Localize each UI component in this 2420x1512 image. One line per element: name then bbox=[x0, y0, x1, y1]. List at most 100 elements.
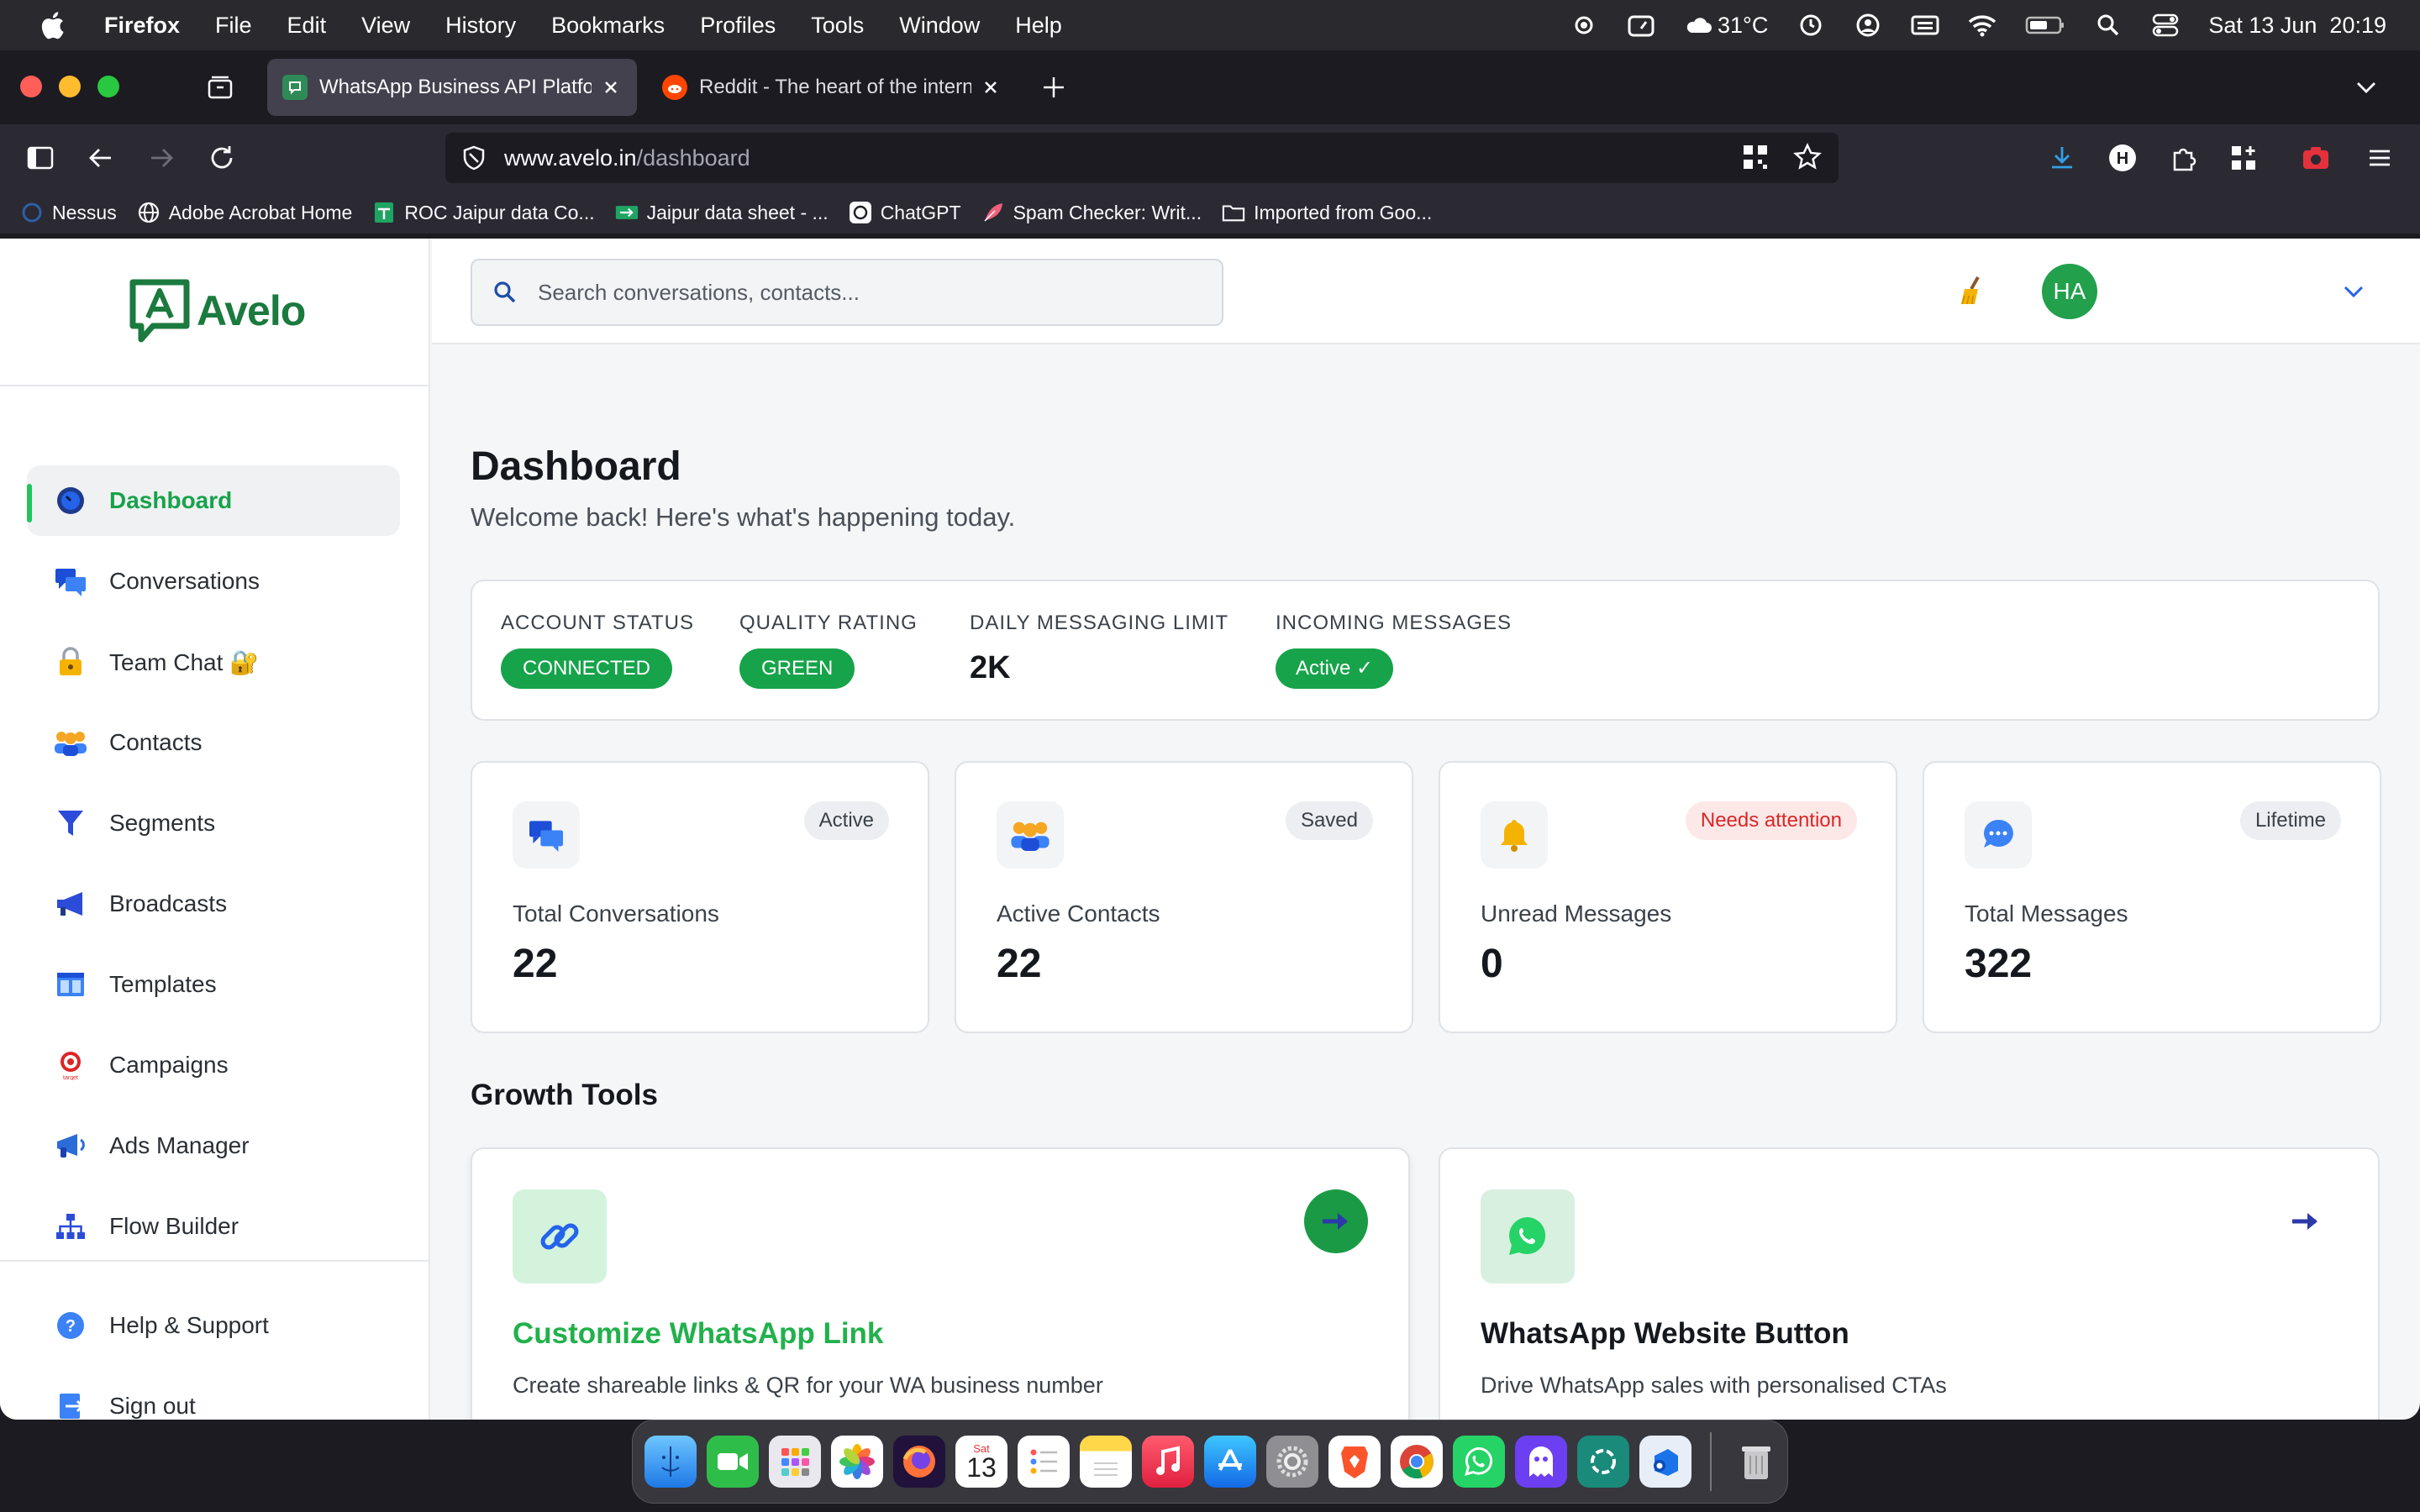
tool-card-customize-link[interactable]: Customize WhatsApp Link Create shareable… bbox=[471, 1147, 1410, 1420]
menu-view[interactable]: View bbox=[361, 13, 410, 39]
qr-code-icon[interactable] bbox=[1741, 143, 1770, 177]
chrome-icon[interactable] bbox=[1391, 1436, 1443, 1488]
wifi-icon[interactable] bbox=[1968, 11, 1996, 39]
download-icon[interactable] bbox=[2047, 143, 2077, 173]
hamburger-menu-icon[interactable] bbox=[2365, 143, 2395, 173]
menu-bookmarks[interactable]: Bookmarks bbox=[551, 13, 665, 39]
firefox-icon[interactable] bbox=[893, 1436, 945, 1488]
sidebar-item-contacts[interactable]: Contacts bbox=[27, 707, 400, 778]
brave-icon[interactable] bbox=[1328, 1436, 1381, 1488]
finder-icon[interactable] bbox=[644, 1436, 697, 1488]
close-window-button[interactable] bbox=[20, 76, 42, 97]
extensions-puzzle-icon[interactable] bbox=[2168, 143, 2198, 173]
tab-overview-icon[interactable] bbox=[205, 72, 235, 102]
whatsapp-dock-icon[interactable] bbox=[1453, 1436, 1505, 1488]
minimize-window-button[interactable] bbox=[59, 76, 81, 97]
menu-app-name[interactable]: Firefox bbox=[104, 13, 180, 39]
photos-icon[interactable] bbox=[831, 1436, 883, 1488]
sidebar-toggle-icon[interactable] bbox=[25, 143, 55, 173]
tool-card-website-button[interactable]: WhatsApp Website Button Drive WhatsApp s… bbox=[1439, 1147, 2380, 1420]
new-tab-plus-icon[interactable] bbox=[1039, 72, 1069, 102]
focus-icon[interactable] bbox=[1570, 11, 1598, 39]
menu-tools[interactable]: Tools bbox=[811, 13, 864, 39]
bookmark-roc-jaipur[interactable]: ROC Jaipur data Co... bbox=[372, 201, 595, 224]
notes-icon[interactable] bbox=[1080, 1436, 1132, 1488]
system-settings-icon[interactable] bbox=[1266, 1436, 1318, 1488]
reload-icon[interactable] bbox=[207, 143, 237, 173]
sidebar-item-broadcasts[interactable]: Broadcasts bbox=[27, 869, 400, 939]
apple-icon[interactable] bbox=[34, 7, 71, 44]
weather-widget[interactable]: 31°C bbox=[1684, 11, 1768, 39]
bookmark-spam-checker[interactable]: Spam Checker: Writ... bbox=[981, 201, 1202, 224]
search-input[interactable] bbox=[538, 279, 1193, 306]
sidebar-item-segments[interactable]: Segments bbox=[27, 788, 400, 858]
calendar-icon[interactable]: Sat 13 bbox=[955, 1436, 1007, 1488]
daily-limit-value: 2K bbox=[970, 650, 1011, 685]
close-tab-icon[interactable] bbox=[600, 76, 622, 98]
ghost-app-icon[interactable] bbox=[1515, 1436, 1567, 1488]
menu-help[interactable]: Help bbox=[1015, 13, 1062, 39]
tab-reddit[interactable]: Reddit - The heart of the internet bbox=[647, 59, 1017, 116]
facetime-icon[interactable] bbox=[707, 1436, 759, 1488]
launchpad-icon[interactable] bbox=[769, 1436, 821, 1488]
menubar-datetime[interactable]: Sat 13 Jun 20:19 bbox=[2208, 13, 2386, 39]
apps-grid-icon[interactable] bbox=[2228, 143, 2259, 173]
bookmark-adobe[interactable]: Adobe Acrobat Home bbox=[137, 201, 352, 224]
sidebar-item-dashboard[interactable]: Dashboard bbox=[27, 465, 400, 536]
chevron-down-icon[interactable] bbox=[2353, 74, 2380, 101]
sidebar-item-conversations[interactable]: Conversations bbox=[27, 546, 400, 617]
bookmark-chatgpt[interactable]: ChatGPT bbox=[849, 201, 961, 224]
sidebar-item-team-chat[interactable]: Team Chat 🔐 bbox=[27, 627, 400, 697]
stat-card-total-messages[interactable]: Lifetime Total Messages 322 bbox=[1923, 761, 2381, 1033]
clock-icon[interactable] bbox=[1797, 11, 1825, 39]
stat-card-total-conversations[interactable]: Active Total Conversations 22 bbox=[471, 761, 929, 1033]
outlook-icon[interactable] bbox=[1639, 1436, 1691, 1488]
sidebar-item-sign-out[interactable]: Sign out bbox=[27, 1371, 400, 1420]
control-center-icon[interactable] bbox=[2151, 11, 2180, 39]
tracking-protection-icon[interactable] bbox=[460, 144, 487, 171]
sidebar-item-campaigns[interactable]: target Campaigns bbox=[27, 1030, 400, 1100]
user-circle-icon[interactable] bbox=[1854, 11, 1882, 39]
search-box[interactable] bbox=[471, 259, 1223, 326]
app-store-icon[interactable] bbox=[1204, 1436, 1256, 1488]
chevron-down-icon[interactable] bbox=[2339, 277, 2368, 306]
arrow-right-button[interactable] bbox=[2274, 1189, 2338, 1253]
sidebar-item-templates[interactable]: Templates bbox=[27, 949, 400, 1020]
menu-edit[interactable]: Edit bbox=[287, 13, 327, 39]
screenshot-camera-icon[interactable] bbox=[2301, 143, 2331, 173]
close-tab-icon[interactable] bbox=[980, 76, 1002, 98]
sidebar-item-label: Flow Builder bbox=[109, 1213, 239, 1239]
avatar[interactable]: HA bbox=[2042, 264, 2097, 319]
zoom-window-button[interactable] bbox=[97, 76, 119, 97]
stat-card-active-contacts[interactable]: Saved Active Contacts 22 bbox=[955, 761, 1413, 1033]
menu-history[interactable]: History bbox=[445, 13, 516, 39]
bookmark-imported-folder[interactable]: Imported from Goo... bbox=[1222, 201, 1432, 224]
arrow-right-button[interactable] bbox=[1304, 1189, 1368, 1253]
music-icon[interactable] bbox=[1142, 1436, 1194, 1488]
chatgpt-dock-icon[interactable] bbox=[1577, 1436, 1629, 1488]
sidebar-item-help-support[interactable]: ? Help & Support bbox=[27, 1290, 400, 1361]
menu-profiles[interactable]: Profiles bbox=[700, 13, 776, 39]
broom-icon[interactable] bbox=[1953, 272, 1990, 309]
sidebar-item-ads-manager[interactable]: Ads Manager bbox=[27, 1110, 400, 1181]
sidebar-item-flow-builder[interactable]: Flow Builder bbox=[27, 1191, 400, 1262]
menu-file[interactable]: File bbox=[215, 13, 252, 39]
menu-window[interactable]: Window bbox=[899, 13, 980, 39]
address-bar[interactable]: www.avelo.in/dashboard bbox=[445, 133, 1839, 183]
page-title: Dashboard bbox=[471, 444, 681, 489]
spotlight-icon[interactable] bbox=[2094, 11, 2123, 39]
reminders-icon[interactable] bbox=[1018, 1436, 1070, 1488]
extension-h-icon[interactable]: H bbox=[2107, 143, 2138, 173]
stat-card-unread-messages[interactable]: Needs attention Unread Messages 0 bbox=[1439, 761, 1897, 1033]
forward-arrow-icon[interactable] bbox=[146, 143, 176, 173]
trash-icon[interactable] bbox=[1730, 1436, 1782, 1488]
bookmark-jaipur-sheet[interactable]: Jaipur data sheet - ... bbox=[615, 201, 829, 224]
avelo-logo[interactable]: Avelo bbox=[128, 277, 306, 344]
bookmark-star-icon[interactable] bbox=[1793, 143, 1822, 177]
back-arrow-icon[interactable] bbox=[86, 143, 116, 173]
keyboard-icon[interactable] bbox=[1911, 11, 1939, 39]
gauge-icon[interactable] bbox=[1627, 11, 1655, 39]
battery-icon[interactable] bbox=[2025, 11, 2065, 39]
tab-avelo[interactable]: WhatsApp Business API Platform bbox=[267, 59, 637, 116]
bookmark-nessus[interactable]: Nessus bbox=[20, 201, 117, 224]
